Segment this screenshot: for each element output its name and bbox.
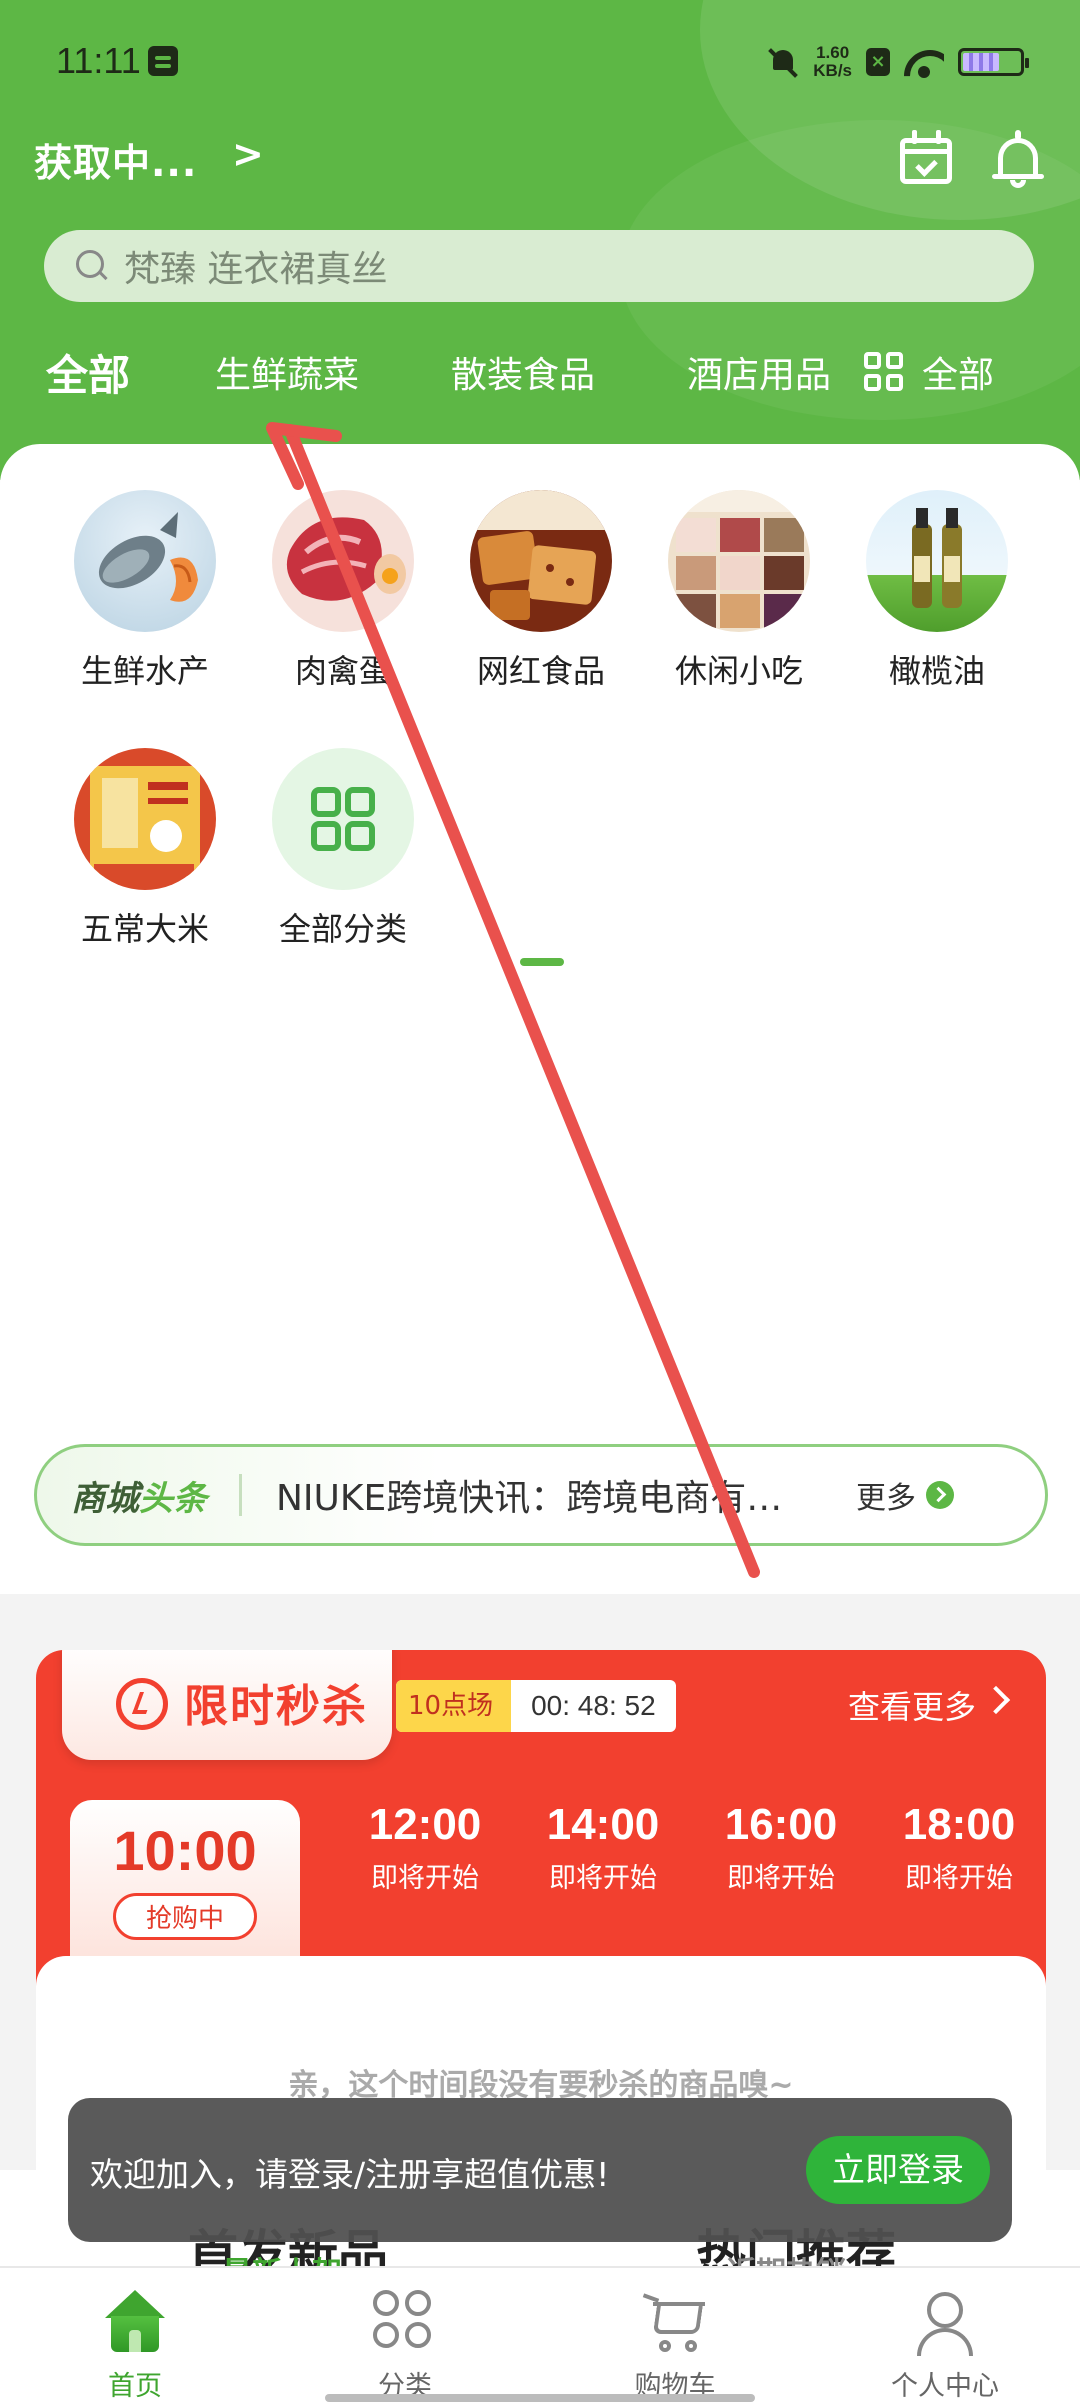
slot-time: 16:00 xyxy=(724,1800,838,1849)
wifi-icon xyxy=(904,46,944,78)
divider xyxy=(239,1474,242,1516)
session-label: 10点场 xyxy=(396,1680,512,1732)
gesture-home-indicator[interactable] xyxy=(325,2394,755,2402)
tab-all[interactable]: 全部 xyxy=(46,342,130,403)
see-more-link[interactable]: 查看更多 xyxy=(848,1682,976,1728)
network-speed: 1.60 KB/s xyxy=(813,44,852,80)
seafood-image xyxy=(74,490,216,632)
search-bar[interactable]: 梵臻 连衣裙真丝 xyxy=(44,230,1034,302)
mute-icon xyxy=(767,46,799,78)
tab-profile[interactable]: 个人中心 xyxy=(810,2268,1080,2408)
time-slot[interactable]: 16:00 即将开始 xyxy=(692,1800,870,1895)
snack-food-image xyxy=(470,490,612,632)
sim-status-icon: × xyxy=(866,48,890,76)
time-slot[interactable]: 18:00 即将开始 xyxy=(870,1800,1046,1895)
section-subtitle-hot: 近期热销 xyxy=(726,2248,846,2266)
location-chevron-icon[interactable]: > xyxy=(232,132,264,176)
tab-cart[interactable]: 购物车 xyxy=(540,2268,810,2408)
category-label: 全部分类 xyxy=(278,910,407,948)
time-slot-active[interactable]: 10:00 抢购中 xyxy=(70,1800,300,1960)
meat-egg-image xyxy=(272,490,414,632)
battery-icon xyxy=(958,48,1029,76)
slot-status: 即将开始 xyxy=(371,1863,479,1894)
category-item[interactable]: 休闲小吃 xyxy=(654,490,824,692)
slot-time: 12:00 xyxy=(368,1800,482,1849)
tab-label: 首页 xyxy=(108,2371,162,2402)
grid-icon xyxy=(272,748,414,890)
section-subtitle-new: 最新上架 xyxy=(222,2248,342,2266)
category-item[interactable]: 生鲜水产 xyxy=(60,490,230,692)
all-categories-button[interactable]: 全部 xyxy=(922,346,994,398)
home-icon xyxy=(103,2290,167,2354)
category-label: 网红食品 xyxy=(476,652,605,690)
status-time: 11:11 xyxy=(56,40,141,81)
category-label: 生鲜水产 xyxy=(80,652,209,690)
slot-time: 14:00 xyxy=(546,1800,660,1849)
category-icon xyxy=(373,2290,437,2354)
chevron-right-icon[interactable] xyxy=(926,1481,954,1509)
olive-oil-image xyxy=(866,490,1008,632)
time-slot[interactable]: 14:00 即将开始 xyxy=(514,1800,692,1895)
news-ticker[interactable]: 商城 头条 NIUKE跨境快讯：跨境电商有… 更多 xyxy=(34,1444,1048,1546)
tab-home[interactable]: 首页 xyxy=(0,2268,270,2408)
category-item[interactable]: 橄榄油 xyxy=(852,490,1022,692)
flash-sale-title-tag: 限时秒杀 xyxy=(62,1650,392,1760)
toast-message: 欢迎加入，请登录/注册享超值优惠! xyxy=(90,2155,610,2194)
leisure-snack-image xyxy=(668,490,810,632)
chevron-right-icon[interactable] xyxy=(981,1685,1011,1715)
tab-fresh-vegetables[interactable]: 生鲜蔬菜 xyxy=(215,346,359,398)
network-speed-value: 1.60 xyxy=(816,43,850,62)
session-countdown: 10点场 00: 48: 52 xyxy=(396,1680,676,1732)
cart-icon xyxy=(642,2290,707,2354)
rice-bag-image xyxy=(74,748,216,890)
slot-time: 10:00 xyxy=(113,1819,257,1882)
news-brand-part2: 头条 xyxy=(139,1478,207,1519)
category-panel: 生鲜水产 肉禽蛋 网红食品 休闲小吃 橄榄油 五常大米 全部分类 xyxy=(0,444,1080,1594)
slot-status: 即将开始 xyxy=(727,1863,835,1894)
category-label: 休闲小吃 xyxy=(674,652,803,690)
news-more-link[interactable]: 更多 xyxy=(856,1473,916,1517)
search-icon xyxy=(76,250,108,282)
tab-hotel-supplies[interactable]: 酒店用品 xyxy=(687,346,831,398)
category-item[interactable]: 肉禽蛋 xyxy=(258,490,428,692)
category-item[interactable]: 全部分类 xyxy=(258,748,428,950)
slot-status: 即将开始 xyxy=(549,1863,657,1894)
category-item[interactable]: 网红食品 xyxy=(456,490,626,692)
network-speed-unit: KB/s xyxy=(813,61,852,80)
status-bar: 11:11 1.60 KB/s × xyxy=(0,0,1080,120)
status-icons: 1.60 KB/s × xyxy=(767,40,1029,84)
slot-time: 18:00 xyxy=(902,1800,1016,1849)
login-now-button[interactable]: 立即登录 xyxy=(806,2136,990,2204)
category-item[interactable]: 五常大米 xyxy=(60,748,230,950)
tab-category[interactable]: 分类 xyxy=(270,2268,540,2408)
login-toast: 欢迎加入，请登录/注册享超值优惠! 立即登录 xyxy=(68,2098,1012,2242)
stopwatch-icon xyxy=(116,1678,168,1730)
category-label: 肉禽蛋 xyxy=(294,652,391,690)
category-label: 橄榄油 xyxy=(888,652,985,690)
countdown-timer: 00: 48: 52 xyxy=(531,1690,656,1721)
news-brand-part1: 商城 xyxy=(71,1478,139,1519)
slot-status: 即将开始 xyxy=(905,1863,1013,1894)
news-headline[interactable]: NIUKE跨境快讯：跨境电商有… xyxy=(276,1469,836,1521)
tab-bulk-food[interactable]: 散装食品 xyxy=(451,346,595,398)
slot-status: 抢购中 xyxy=(112,1893,257,1940)
bottom-tab-bar: 首页 分类 购物车 个人中心 xyxy=(0,2266,1080,2408)
location-label[interactable]: 获取中... xyxy=(34,132,197,187)
user-icon xyxy=(913,2290,977,2356)
category-tabs: 全部 生鲜蔬菜 散装食品 酒店用品 全部 xyxy=(0,346,1080,416)
category-label: 五常大米 xyxy=(80,910,209,948)
time-slot[interactable]: 12:00 即将开始 xyxy=(336,1800,514,1895)
search-placeholder: 梵臻 连衣裙真丝 xyxy=(124,249,388,290)
header: 11:11 1.60 KB/s × 获取中... > 梵臻 连衣裙真丝 全部 生… xyxy=(0,0,1080,480)
flash-sale-title: 限时秒杀 xyxy=(184,1681,368,1732)
see-more-label: 查看更多 xyxy=(847,1688,976,1726)
calendar-checkin-icon[interactable] xyxy=(898,130,954,186)
grid-icon[interactable] xyxy=(864,352,906,394)
tab-label: 个人中心 xyxy=(891,2371,999,2402)
bell-icon[interactable] xyxy=(992,130,1044,188)
message-icon xyxy=(148,46,178,76)
page-indicator xyxy=(520,958,564,966)
